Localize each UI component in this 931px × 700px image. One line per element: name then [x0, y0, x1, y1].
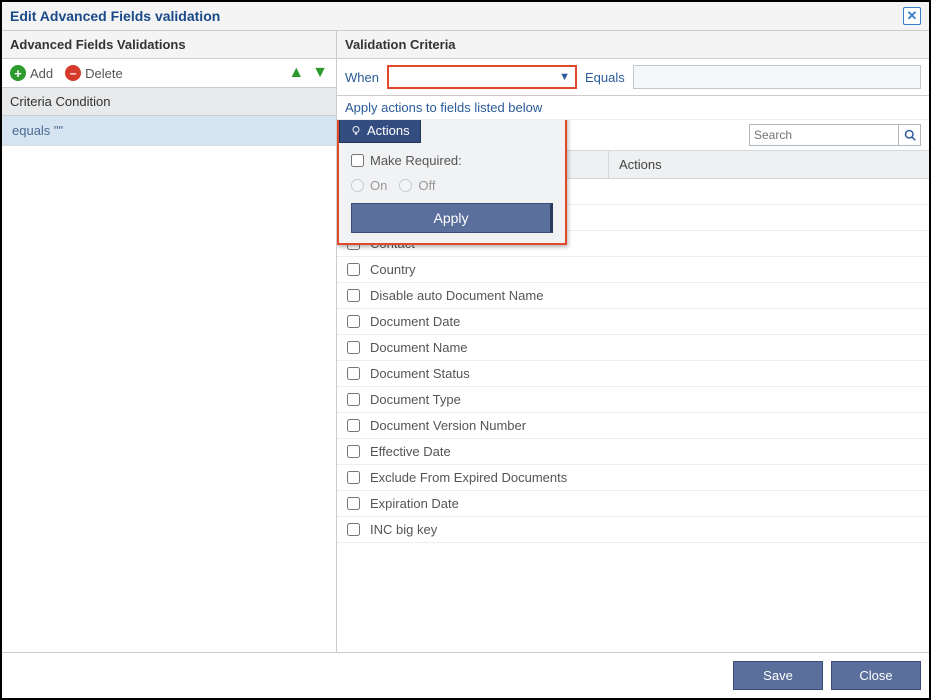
right-panel: Validation Criteria When ▼ Equals Apply …: [337, 31, 929, 652]
row-checkbox[interactable]: [347, 289, 360, 302]
grid-body[interactable]: CategoryCommentsContactCountryDisable au…: [337, 179, 929, 652]
when-select[interactable]: ▼: [387, 65, 577, 89]
row-label: Exclude From Expired Documents: [370, 470, 567, 485]
table-row[interactable]: Document Date: [337, 309, 929, 335]
search-input[interactable]: [749, 124, 899, 146]
add-icon: +: [10, 65, 26, 81]
when-label: When: [345, 70, 379, 85]
row-label: Disable auto Document Name: [370, 288, 543, 303]
delete-button[interactable]: – Delete: [65, 65, 123, 81]
actions-tab-label: Actions: [367, 123, 410, 138]
row-checkbox[interactable]: [347, 445, 360, 458]
dialog-body: Advanced Fields Validations + Add – Dele…: [2, 31, 929, 652]
make-required-label: Make Required:: [370, 153, 462, 168]
row-label: INC big key: [370, 522, 437, 537]
left-panel-title: Advanced Fields Validations: [2, 31, 336, 59]
popup-body: Make Required: On Off Apply: [339, 143, 565, 243]
titlebar: Edit Advanced Fields validation ✕: [2, 2, 929, 31]
chevron-down-icon[interactable]: ▼: [556, 71, 573, 83]
delete-icon: –: [65, 65, 81, 81]
save-button[interactable]: Save: [733, 661, 823, 690]
row-checkbox[interactable]: [347, 341, 360, 354]
table-row[interactable]: Country: [337, 257, 929, 283]
row-label: Document Status: [370, 366, 470, 381]
row-checkbox[interactable]: [347, 315, 360, 328]
row-label: Document Type: [370, 392, 461, 407]
column-actions-header: Actions: [609, 151, 929, 178]
dialog-edit-advanced-fields: Edit Advanced Fields validation ✕ Advanc…: [0, 0, 931, 700]
arrow-up-icon[interactable]: ▲: [288, 64, 304, 82]
table-row[interactable]: INC big key: [337, 517, 929, 543]
add-label: Add: [30, 66, 53, 81]
search-button[interactable]: [899, 124, 921, 146]
row-label: Expiration Date: [370, 496, 459, 511]
row-checkbox[interactable]: [347, 393, 360, 406]
row-checkbox[interactable]: [347, 419, 360, 432]
table-row[interactable]: Document Status: [337, 361, 929, 387]
row-label: Document Date: [370, 314, 460, 329]
table-row[interactable]: Exclude From Expired Documents: [337, 465, 929, 491]
right-panel-title: Validation Criteria: [337, 31, 929, 59]
criteria-row-selected[interactable]: equals "": [2, 116, 336, 146]
dialog-title: Edit Advanced Fields validation: [10, 8, 220, 24]
search-icon: [904, 129, 916, 141]
on-radio: [351, 179, 364, 192]
left-panel: Advanced Fields Validations + Add – Dele…: [2, 31, 337, 652]
actions-popup: Actions Make Required: On Off: [337, 120, 567, 245]
table-row[interactable]: Expiration Date: [337, 491, 929, 517]
make-required-checkbox[interactable]: [351, 154, 364, 167]
row-checkbox[interactable]: [347, 263, 360, 276]
row-label: Document Version Number: [370, 418, 526, 433]
reorder-arrows: ▲ ▼: [288, 64, 328, 82]
on-off-row: On Off: [351, 178, 553, 193]
row-checkbox[interactable]: [347, 471, 360, 484]
row-checkbox[interactable]: [347, 497, 360, 510]
arrow-down-icon[interactable]: ▼: [312, 64, 328, 82]
row-checkbox[interactable]: [347, 367, 360, 380]
when-bar: When ▼ Equals: [337, 59, 929, 96]
fields-area: Name Actions CategoryCommentsContactCoun…: [337, 120, 929, 652]
off-label: Off: [418, 178, 435, 193]
close-button[interactable]: ✕: [903, 7, 921, 25]
table-row[interactable]: Document Version Number: [337, 413, 929, 439]
lightbulb-icon: [350, 125, 362, 137]
make-required-row: Make Required:: [351, 153, 553, 168]
row-label: Effective Date: [370, 444, 451, 459]
table-row[interactable]: Disable auto Document Name: [337, 283, 929, 309]
dialog-footer: Save Close: [2, 652, 929, 698]
equals-label: Equals: [585, 70, 625, 85]
table-row[interactable]: Document Name: [337, 335, 929, 361]
criteria-condition-header: Criteria Condition: [2, 88, 336, 116]
delete-label: Delete: [85, 66, 123, 81]
row-checkbox[interactable]: [347, 523, 360, 536]
add-button[interactable]: + Add: [10, 65, 53, 81]
off-radio: [399, 179, 412, 192]
apply-actions-link[interactable]: Apply actions to fields listed below: [337, 96, 929, 120]
row-label: Document Name: [370, 340, 468, 355]
popup-apply-button[interactable]: Apply: [351, 203, 553, 233]
on-label: On: [370, 178, 387, 193]
left-toolbar: + Add – Delete ▲ ▼: [2, 59, 336, 88]
actions-tab[interactable]: Actions: [339, 120, 421, 143]
dialog-close-button[interactable]: Close: [831, 661, 921, 690]
row-label: Country: [370, 262, 416, 277]
table-row[interactable]: Document Type: [337, 387, 929, 413]
table-row[interactable]: Effective Date: [337, 439, 929, 465]
equals-input[interactable]: [633, 65, 921, 89]
